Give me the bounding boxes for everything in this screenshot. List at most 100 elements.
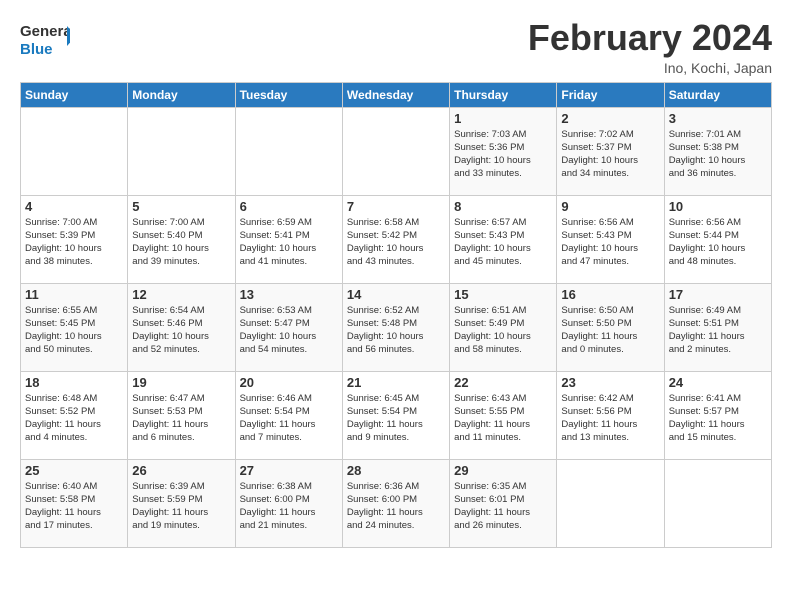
day-number: 27: [240, 463, 338, 478]
header-monday: Monday: [128, 82, 235, 107]
cell-w2-d0: 4 Sunrise: 7:00 AM Sunset: 5:39 PM Daylig…: [21, 195, 128, 283]
day-info: Sunrise: 6:56 AM Sunset: 5:43 PM Dayligh…: [561, 216, 659, 269]
day-info: Sunrise: 6:47 AM Sunset: 5:53 PM Dayligh…: [132, 392, 230, 445]
day-number: 5: [132, 199, 230, 214]
calendar-subtitle: Ino, Kochi, Japan: [528, 60, 772, 76]
cell-w4-d2: 20 Sunrise: 6:46 AM Sunset: 5:54 PM Dayli…: [235, 371, 342, 459]
day-info: Sunrise: 7:03 AM Sunset: 5:36 PM Dayligh…: [454, 128, 552, 181]
header-saturday: Saturday: [664, 82, 771, 107]
header-thursday: Thursday: [450, 82, 557, 107]
day-number: 6: [240, 199, 338, 214]
cell-w1-d4: 1 Sunrise: 7:03 AM Sunset: 5:36 PM Daylig…: [450, 107, 557, 195]
day-info: Sunrise: 6:59 AM Sunset: 5:41 PM Dayligh…: [240, 216, 338, 269]
logo: General Blue: [20, 18, 70, 60]
cell-w1-d1: [128, 107, 235, 195]
cell-w3-d4: 15 Sunrise: 6:51 AM Sunset: 5:49 PM Dayli…: [450, 283, 557, 371]
cell-w5-d4: 29Sunrise: 6:35 AM Sunset: 6:01 PM Dayli…: [450, 459, 557, 547]
day-number: 7: [347, 199, 445, 214]
day-info: Sunrise: 6:46 AM Sunset: 5:54 PM Dayligh…: [240, 392, 338, 445]
day-number: 8: [454, 199, 552, 214]
day-info: Sunrise: 6:38 AM Sunset: 6:00 PM Dayligh…: [240, 480, 338, 533]
day-number: 24: [669, 375, 767, 390]
header-friday: Friday: [557, 82, 664, 107]
day-number: 10: [669, 199, 767, 214]
week-row-1: 1 Sunrise: 7:03 AM Sunset: 5:36 PM Daylig…: [21, 107, 772, 195]
cell-w5-d5: [557, 459, 664, 547]
week-row-3: 11Sunrise: 6:55 AM Sunset: 5:45 PM Dayli…: [21, 283, 772, 371]
day-info: Sunrise: 6:39 AM Sunset: 5:59 PM Dayligh…: [132, 480, 230, 533]
cell-w4-d6: 24 Sunrise: 6:41 AM Sunset: 5:57 PM Dayli…: [664, 371, 771, 459]
day-info: Sunrise: 6:48 AM Sunset: 5:52 PM Dayligh…: [25, 392, 123, 445]
day-info: Sunrise: 6:56 AM Sunset: 5:44 PM Dayligh…: [669, 216, 767, 269]
cell-w5-d2: 27 Sunrise: 6:38 AM Sunset: 6:00 PM Dayli…: [235, 459, 342, 547]
cell-w3-d6: 17 Sunrise: 6:49 AM Sunset: 5:51 PM Dayli…: [664, 283, 771, 371]
cell-w1-d5: 2 Sunrise: 7:02 AM Sunset: 5:37 PM Daylig…: [557, 107, 664, 195]
day-number: 29: [454, 463, 552, 478]
cell-w2-d5: 9 Sunrise: 6:56 AM Sunset: 5:43 PM Daylig…: [557, 195, 664, 283]
cell-w4-d4: 22Sunrise: 6:43 AM Sunset: 5:55 PM Dayli…: [450, 371, 557, 459]
day-info: Sunrise: 6:58 AM Sunset: 5:42 PM Dayligh…: [347, 216, 445, 269]
cell-w5-d3: 28Sunrise: 6:36 AM Sunset: 6:00 PM Dayli…: [342, 459, 449, 547]
cell-w3-d5: 16 Sunrise: 6:50 AM Sunset: 5:50 PM Dayli…: [557, 283, 664, 371]
day-info: Sunrise: 7:02 AM Sunset: 5:37 PM Dayligh…: [561, 128, 659, 181]
title-block: February 2024 Ino, Kochi, Japan: [528, 18, 772, 76]
day-number: 15: [454, 287, 552, 302]
header-row: Sunday Monday Tuesday Wednesday Thursday…: [21, 82, 772, 107]
cell-w2-d3: 7 Sunrise: 6:58 AM Sunset: 5:42 PM Daylig…: [342, 195, 449, 283]
day-info: Sunrise: 6:40 AM Sunset: 5:58 PM Dayligh…: [25, 480, 123, 533]
day-number: 28: [347, 463, 445, 478]
week-row-2: 4 Sunrise: 7:00 AM Sunset: 5:39 PM Daylig…: [21, 195, 772, 283]
logo-svg: General Blue: [20, 18, 70, 60]
day-number: 1: [454, 111, 552, 126]
day-number: 20: [240, 375, 338, 390]
day-info: Sunrise: 6:57 AM Sunset: 5:43 PM Dayligh…: [454, 216, 552, 269]
day-info: Sunrise: 6:50 AM Sunset: 5:50 PM Dayligh…: [561, 304, 659, 357]
day-number: 26: [132, 463, 230, 478]
cell-w4-d1: 19 Sunrise: 6:47 AM Sunset: 5:53 PM Dayli…: [128, 371, 235, 459]
cell-w1-d0: [21, 107, 128, 195]
cell-w3-d2: 13Sunrise: 6:53 AM Sunset: 5:47 PM Dayli…: [235, 283, 342, 371]
cell-w1-d2: [235, 107, 342, 195]
day-info: Sunrise: 6:51 AM Sunset: 5:49 PM Dayligh…: [454, 304, 552, 357]
cell-w3-d3: 14Sunrise: 6:52 AM Sunset: 5:48 PM Dayli…: [342, 283, 449, 371]
day-number: 23: [561, 375, 659, 390]
day-number: 13: [240, 287, 338, 302]
week-row-4: 18 Sunrise: 6:48 AM Sunset: 5:52 PM Dayli…: [21, 371, 772, 459]
calendar-header: Sunday Monday Tuesday Wednesday Thursday…: [21, 82, 772, 107]
cell-w2-d2: 6 Sunrise: 6:59 AM Sunset: 5:41 PM Daylig…: [235, 195, 342, 283]
day-info: Sunrise: 7:00 AM Sunset: 5:39 PM Dayligh…: [25, 216, 123, 269]
day-number: 4: [25, 199, 123, 214]
header-tuesday: Tuesday: [235, 82, 342, 107]
day-info: Sunrise: 7:01 AM Sunset: 5:38 PM Dayligh…: [669, 128, 767, 181]
header-wednesday: Wednesday: [342, 82, 449, 107]
cell-w2-d6: 10 Sunrise: 6:56 AM Sunset: 5:44 PM Dayli…: [664, 195, 771, 283]
day-number: 14: [347, 287, 445, 302]
cell-w1-d6: 3 Sunrise: 7:01 AM Sunset: 5:38 PM Daylig…: [664, 107, 771, 195]
cell-w2-d1: 5Sunrise: 7:00 AM Sunset: 5:40 PM Daylig…: [128, 195, 235, 283]
day-info: Sunrise: 6:42 AM Sunset: 5:56 PM Dayligh…: [561, 392, 659, 445]
calendar-title: February 2024: [528, 18, 772, 58]
day-info: Sunrise: 6:45 AM Sunset: 5:54 PM Dayligh…: [347, 392, 445, 445]
cell-w4-d0: 18 Sunrise: 6:48 AM Sunset: 5:52 PM Dayli…: [21, 371, 128, 459]
day-number: 25: [25, 463, 123, 478]
cell-w5-d6: [664, 459, 771, 547]
calendar-body: 1 Sunrise: 7:03 AM Sunset: 5:36 PM Daylig…: [21, 107, 772, 547]
day-number: 3: [669, 111, 767, 126]
week-row-5: 25 Sunrise: 6:40 AM Sunset: 5:58 PM Dayli…: [21, 459, 772, 547]
cell-w4-d5: 23 Sunrise: 6:42 AM Sunset: 5:56 PM Dayli…: [557, 371, 664, 459]
day-number: 17: [669, 287, 767, 302]
day-info: Sunrise: 6:49 AM Sunset: 5:51 PM Dayligh…: [669, 304, 767, 357]
day-number: 18: [25, 375, 123, 390]
day-number: 16: [561, 287, 659, 302]
cell-w3-d1: 12Sunrise: 6:54 AM Sunset: 5:46 PM Dayli…: [128, 283, 235, 371]
cell-w5-d0: 25 Sunrise: 6:40 AM Sunset: 5:58 PM Dayli…: [21, 459, 128, 547]
day-number: 9: [561, 199, 659, 214]
day-number: 2: [561, 111, 659, 126]
day-info: Sunrise: 6:43 AM Sunset: 5:55 PM Dayligh…: [454, 392, 552, 445]
day-info: Sunrise: 6:41 AM Sunset: 5:57 PM Dayligh…: [669, 392, 767, 445]
day-number: 19: [132, 375, 230, 390]
cell-w3-d0: 11Sunrise: 6:55 AM Sunset: 5:45 PM Dayli…: [21, 283, 128, 371]
page: General Blue February 2024 Ino, Kochi, J…: [0, 0, 792, 558]
day-number: 12: [132, 287, 230, 302]
day-number: 21: [347, 375, 445, 390]
